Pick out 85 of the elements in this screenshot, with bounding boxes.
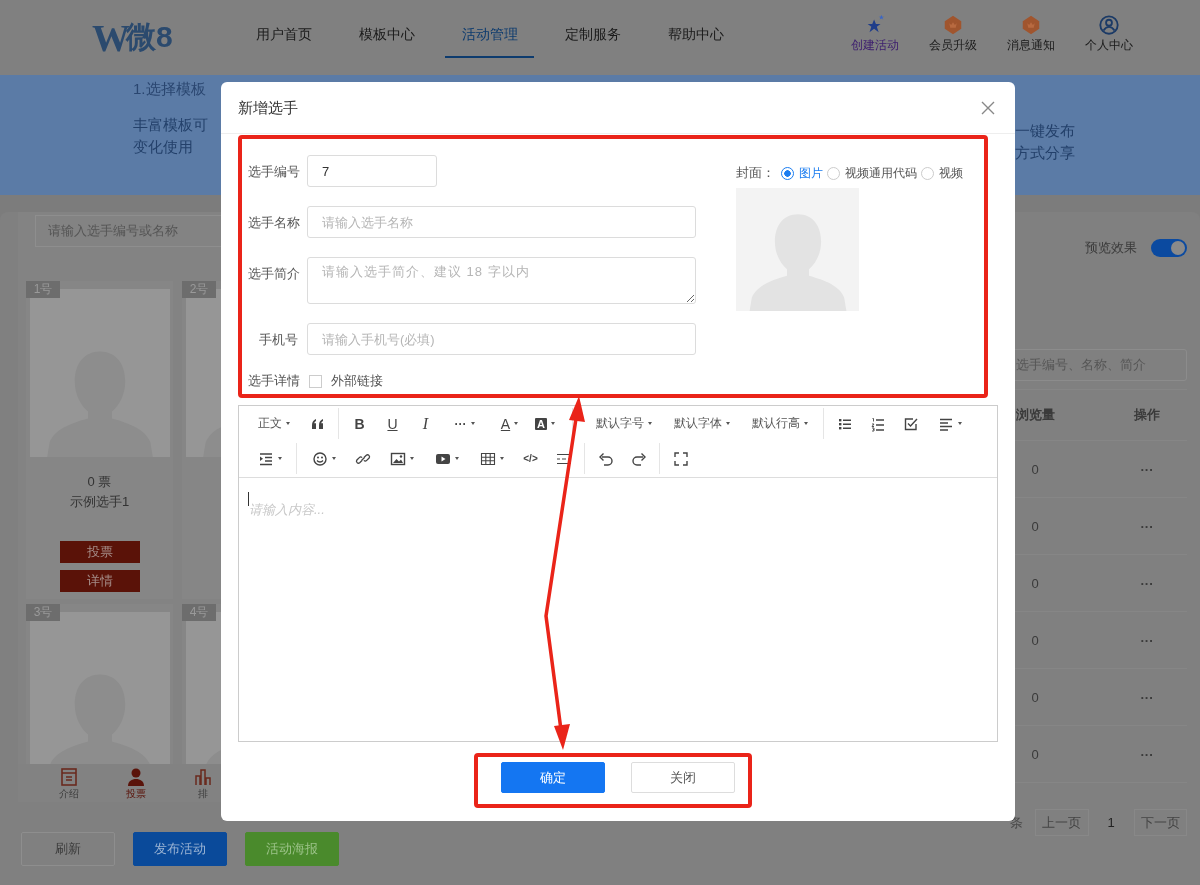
toggle-switch[interactable] — [1151, 239, 1187, 257]
more-actions-button[interactable]: ··· — [1117, 632, 1177, 648]
table-cell-text: 0 — [1030, 575, 1040, 591]
nav-link[interactable]: 定制服务 — [548, 0, 637, 58]
fullscreen-icon — [672, 450, 689, 467]
close-icon[interactable] — [981, 100, 995, 115]
toolbar-button[interactable]: 正文 — [247, 409, 301, 438]
tab-bar-item[interactable]: 排 — [169, 764, 236, 802]
tab-bar-item[interactable]: 介绍 — [36, 764, 103, 802]
table-cell-text: 0 — [1030, 632, 1040, 648]
vote-button[interactable]: 投票 — [59, 541, 140, 563]
vote-count: 0 票 — [87, 473, 112, 491]
toolbar-button[interactable]: A — [532, 409, 568, 438]
toolbar-button[interactable]: B — [343, 409, 376, 438]
toolbar-button[interactable]: I — [409, 409, 442, 438]
text-area[interactable]: 请输入选手简介、建议 18 字以内 — [307, 257, 696, 304]
input-field[interactable]: 请输入手机号(必填) — [307, 323, 696, 355]
header-action[interactable]: 消息通知 — [992, 14, 1070, 54]
nav-link[interactable]: 模板中心 — [342, 0, 431, 58]
page-button[interactable]: 发布活动 — [133, 832, 227, 866]
badge-icon — [942, 14, 964, 36]
field-label: 手机号 — [258, 331, 298, 349]
step-text: 变化使用 — [133, 137, 194, 157]
more-actions-button[interactable]: ··· — [1117, 746, 1177, 762]
dialog-title: 新增选手 — [238, 98, 298, 118]
emoji-icon — [311, 450, 328, 467]
table-cell-text: 0 — [1030, 689, 1040, 705]
indent-icon — [257, 450, 274, 467]
table-icon — [479, 450, 496, 467]
toolbar-button[interactable]: </> — [514, 444, 547, 473]
toggle-label: 预览效果 — [1085, 239, 1137, 257]
more-actions-button[interactable]: ··· — [1117, 461, 1177, 477]
column-header: 操作 — [1133, 406, 1161, 424]
image-icon — [389, 450, 406, 467]
more-actions-button[interactable]: ··· — [1117, 689, 1177, 705]
page-button[interactable]: 刷新 — [21, 832, 115, 866]
field-label: 选手详情 — [248, 372, 298, 390]
person-icon — [126, 767, 146, 787]
header-action[interactable]: 个人中心 — [1070, 14, 1148, 54]
input-field[interactable]: 请输入选手名称 — [307, 206, 696, 238]
table-cell-text: 0 — [1030, 461, 1040, 477]
text-cursor — [248, 492, 249, 506]
bar-chart-icon — [192, 767, 213, 787]
toolbar-button[interactable]: A — [487, 409, 532, 438]
input-field[interactable]: 7 — [307, 155, 437, 187]
step-text: 方式分享 — [1015, 143, 1076, 163]
header-action[interactable]: 会员升级 — [914, 14, 992, 54]
field-label: 选手简介 — [248, 265, 298, 283]
numbered-list-icon — [869, 415, 886, 432]
details-button[interactable]: 详情 — [59, 570, 140, 592]
logo[interactable]: W微8 — [92, 0, 187, 75]
column-header: 浏览量 — [1014, 406, 1056, 424]
page-number[interactable]: 1 — [1100, 815, 1122, 830]
nav-link[interactable]: 帮助中心 — [651, 0, 740, 58]
toolbar-button[interactable]: 默认字体 — [663, 409, 741, 438]
checklist-icon — [902, 415, 919, 432]
dialog-button[interactable]: 确定 — [501, 762, 605, 793]
badge-icon — [1020, 14, 1042, 36]
tab-bar-item[interactable]: 投票 — [102, 764, 170, 802]
document-icon — [59, 767, 80, 787]
radio-label: 视频通用代码 — [845, 164, 917, 182]
undo-icon — [597, 450, 614, 467]
toolbar-button[interactable]: 默认字号 — [585, 409, 663, 438]
field-label: 选手名称 — [248, 214, 298, 232]
header-action[interactable]: 创建活动 — [836, 14, 914, 54]
redo-icon — [630, 450, 647, 467]
dialog-button[interactable]: 关闭 — [631, 762, 735, 793]
checkbox[interactable] — [309, 374, 322, 388]
radio-label: 图片 — [799, 164, 823, 182]
field-label: 选手编号 — [248, 163, 298, 181]
checkbox-label: 外部链接 — [331, 372, 383, 390]
nav-link[interactable]: 用户首页 — [239, 0, 328, 58]
table-cell-text: 0 — [1030, 518, 1040, 534]
toolbar-button[interactable]: ··· — [442, 409, 487, 438]
nav-link[interactable]: 活动管理 — [445, 0, 534, 58]
user-icon — [1098, 14, 1120, 36]
contestant-name: 示例选手1 — [69, 493, 130, 511]
toolbar-button[interactable]: U — [376, 409, 409, 438]
more-actions-button[interactable]: ··· — [1117, 575, 1177, 591]
field-label: 封面： — [736, 164, 775, 182]
toolbar-button[interactable]: 默认行高 — [741, 409, 819, 438]
radio-label: 视频 — [939, 164, 963, 182]
table-cell-text: 0 — [1030, 746, 1040, 762]
more-actions-button[interactable]: ··· — [1117, 518, 1177, 534]
radio-button[interactable] — [781, 166, 794, 180]
